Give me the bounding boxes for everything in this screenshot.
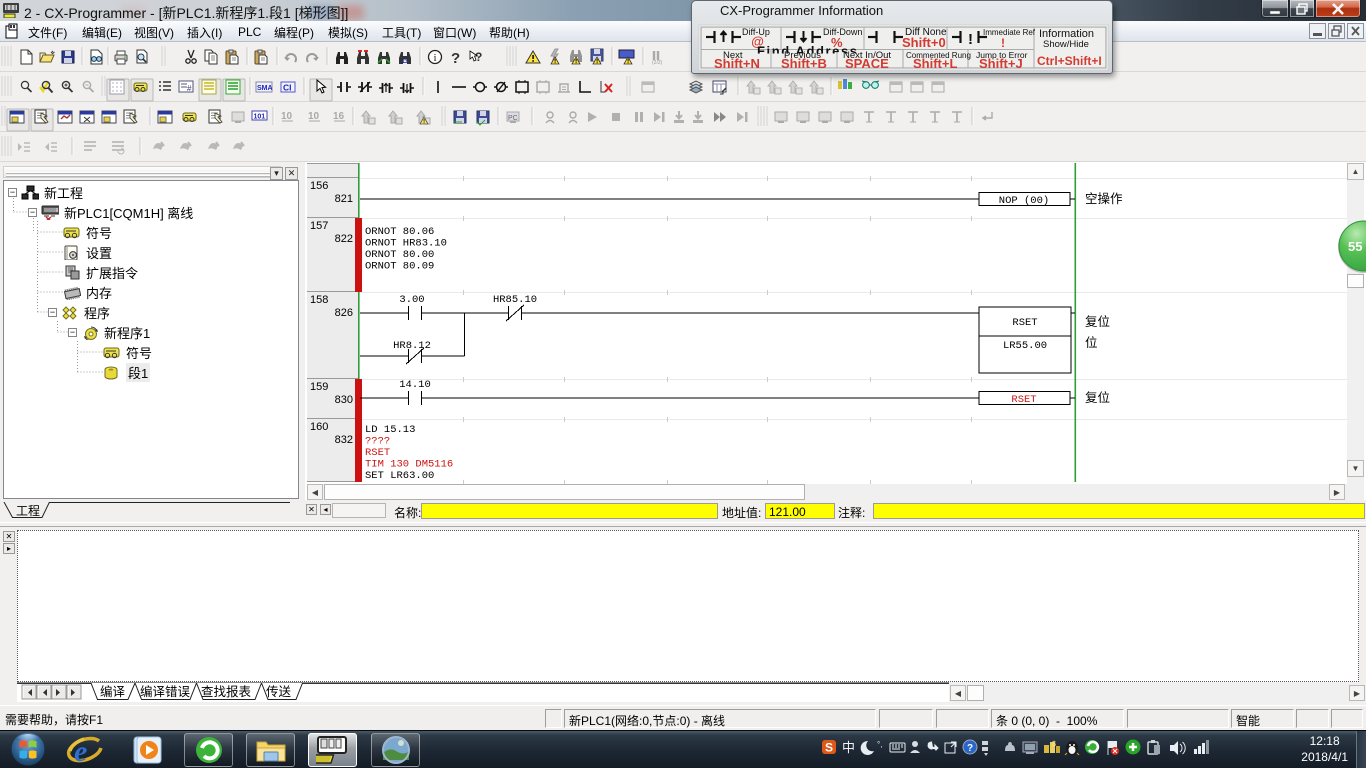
svg-text:LD 15.13: LD 15.13 <box>365 424 415 436</box>
svg-text:ORNOT 80.06: ORNOT 80.06 <box>365 226 434 238</box>
svg-text:SET LR63.00: SET LR63.00 <box>365 470 434 482</box>
svg-text:Shift+0: Shift+0 <box>902 35 946 50</box>
svg-text:编译: 编译 <box>100 684 126 699</box>
svg-text:查找报表: 查找报表 <box>201 684 252 699</box>
svg-text:编译错误: 编译错误 <box>140 684 191 699</box>
svg-text:Show/Hide: Show/Hide <box>1043 39 1089 50</box>
svg-text:PC: PC <box>508 115 518 122</box>
svg-text:空操作: 空操作 <box>1085 191 1123 206</box>
svg-text:RSET: RSET <box>365 447 390 459</box>
svg-text:工程: 工程 <box>16 503 40 518</box>
svg-text:!: ! <box>968 31 973 48</box>
svg-text:°,: °, <box>877 740 882 749</box>
svg-text:Diff-Down: Diff-Down <box>823 27 862 37</box>
svg-text:Shift+L: Shift+L <box>913 56 957 71</box>
svg-text:NOP (00): NOP (00) <box>999 195 1049 207</box>
svg-text:HR85.10: HR85.10 <box>493 294 537 306</box>
svg-text:复位: 复位 <box>1085 314 1110 329</box>
svg-text:ORNOT HR83.10: ORNOT HR83.10 <box>365 238 447 250</box>
svg-text:ORNOT 80.09: ORNOT 80.09 <box>365 261 434 273</box>
svg-text:中: 中 <box>842 740 855 755</box>
svg-text:传送: 传送 <box>266 684 292 699</box>
svg-text:复位: 复位 <box>1085 390 1110 405</box>
svg-text:ORNOT 80.00: ORNOT 80.00 <box>365 249 434 261</box>
svg-text:Shift+B: Shift+B <box>781 56 827 71</box>
svg-text:Immediate Ref: Immediate Ref <box>983 28 1036 37</box>
svg-text:位: 位 <box>1085 335 1098 350</box>
svg-text:????: ???? <box>365 436 390 448</box>
svg-text:14.10: 14.10 <box>399 379 431 391</box>
svg-text:3.00: 3.00 <box>399 294 424 306</box>
svg-text:!: ! <box>1001 36 1005 50</box>
svg-text:RSET: RSET <box>1012 317 1037 329</box>
svg-text:HR8.12: HR8.12 <box>393 340 431 352</box>
svg-text:LR55.00: LR55.00 <box>1003 340 1047 352</box>
svg-text:SPACE: SPACE <box>845 56 889 71</box>
svg-text:S: S <box>825 741 833 755</box>
svg-text:Shift+N: Shift+N <box>714 56 760 71</box>
svg-text:$: $ <box>1052 741 1056 748</box>
svg-text:Shift+J: Shift+J <box>979 56 1023 71</box>
svg-text:Ctrl+Shift+I: Ctrl+Shift+I <box>1037 54 1102 68</box>
svg-text:101: 101 <box>254 114 266 121</box>
svg-text:55: 55 <box>1348 239 1362 254</box>
svg-text:TIM 130 DM5116: TIM 130 DM5116 <box>365 459 453 471</box>
svg-text:?: ? <box>967 743 973 754</box>
svg-text:RSET: RSET <box>1011 394 1036 406</box>
